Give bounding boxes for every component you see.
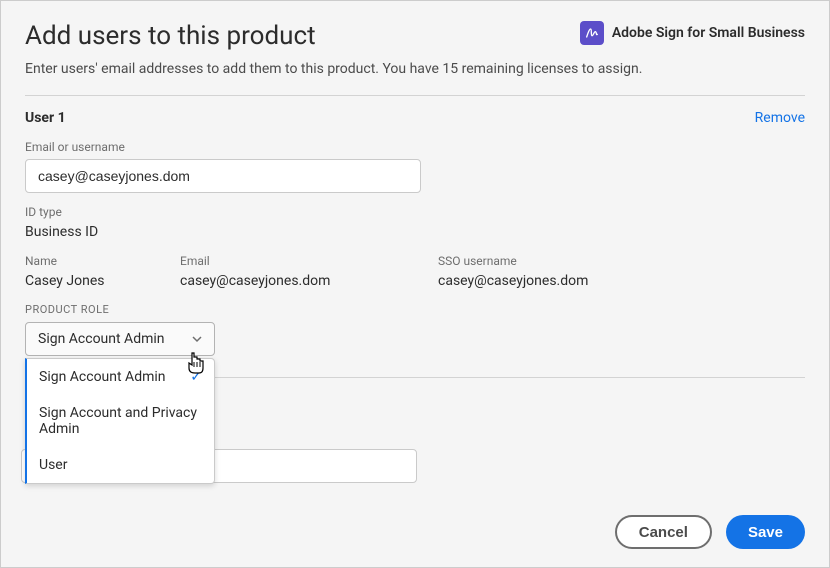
id-type-label: ID type bbox=[25, 205, 805, 219]
sso-col-label: SSO username bbox=[438, 254, 698, 268]
sso-column: SSO username casey@caseyjones.dom bbox=[438, 254, 698, 289]
email-column: Email casey@caseyjones.dom bbox=[180, 254, 438, 289]
remove-user-link[interactable]: Remove bbox=[755, 110, 805, 126]
sso-col-value: casey@caseyjones.dom bbox=[438, 273, 698, 289]
user-section-header: User 1 Remove bbox=[25, 110, 805, 126]
user-label: User 1 bbox=[25, 110, 66, 126]
add-users-modal: Add users to this product Adobe Sign for… bbox=[0, 0, 830, 568]
check-icon: ✓ bbox=[190, 369, 202, 385]
product-badge: Adobe Sign for Small Business bbox=[580, 21, 805, 45]
email-field-label: Email or username bbox=[25, 140, 805, 154]
role-option-sign-account-admin[interactable]: Sign Account Admin ✓ bbox=[27, 359, 214, 395]
save-button[interactable]: Save bbox=[726, 515, 805, 549]
product-role-dropdown[interactable]: Sign Account Admin bbox=[25, 322, 215, 356]
role-option-label: Sign Account Admin bbox=[39, 369, 166, 385]
email-col-value: casey@caseyjones.dom bbox=[180, 273, 438, 289]
product-name: Adobe Sign for Small Business bbox=[612, 25, 805, 41]
modal-header: Add users to this product Adobe Sign for… bbox=[25, 21, 805, 51]
dropdown-selected-value: Sign Account Admin bbox=[38, 331, 165, 347]
modal-footer: Cancel Save bbox=[615, 515, 805, 549]
divider bbox=[211, 377, 805, 378]
user-details-columns: Name Casey Jones Email casey@caseyjones.… bbox=[25, 254, 805, 289]
subtitle-text: Enter users' email addresses to add them… bbox=[25, 61, 805, 77]
product-role-label: PRODUCT ROLE bbox=[25, 303, 805, 316]
role-option-label: User bbox=[39, 457, 67, 473]
role-option-label: Sign Account and Privacy Admin bbox=[39, 405, 202, 437]
id-type-value: Business ID bbox=[25, 224, 805, 240]
cancel-button[interactable]: Cancel bbox=[615, 515, 712, 549]
role-option-sign-account-privacy-admin[interactable]: Sign Account and Privacy Admin bbox=[27, 395, 214, 447]
page-title: Add users to this product bbox=[25, 21, 316, 51]
role-option-user[interactable]: User bbox=[27, 447, 214, 483]
product-role-dropdown-wrapper: Sign Account Admin Sign Account Admin ✓ … bbox=[25, 322, 215, 356]
name-col-value: Casey Jones bbox=[25, 273, 180, 289]
divider bbox=[25, 95, 805, 96]
email-input[interactable] bbox=[25, 159, 421, 193]
email-col-label: Email bbox=[180, 254, 438, 268]
name-col-label: Name bbox=[25, 254, 180, 268]
name-column: Name Casey Jones bbox=[25, 254, 180, 289]
product-role-menu: Sign Account Admin ✓ Sign Account and Pr… bbox=[25, 358, 215, 484]
chevron-down-icon bbox=[192, 334, 202, 344]
adobe-sign-icon bbox=[580, 21, 604, 45]
